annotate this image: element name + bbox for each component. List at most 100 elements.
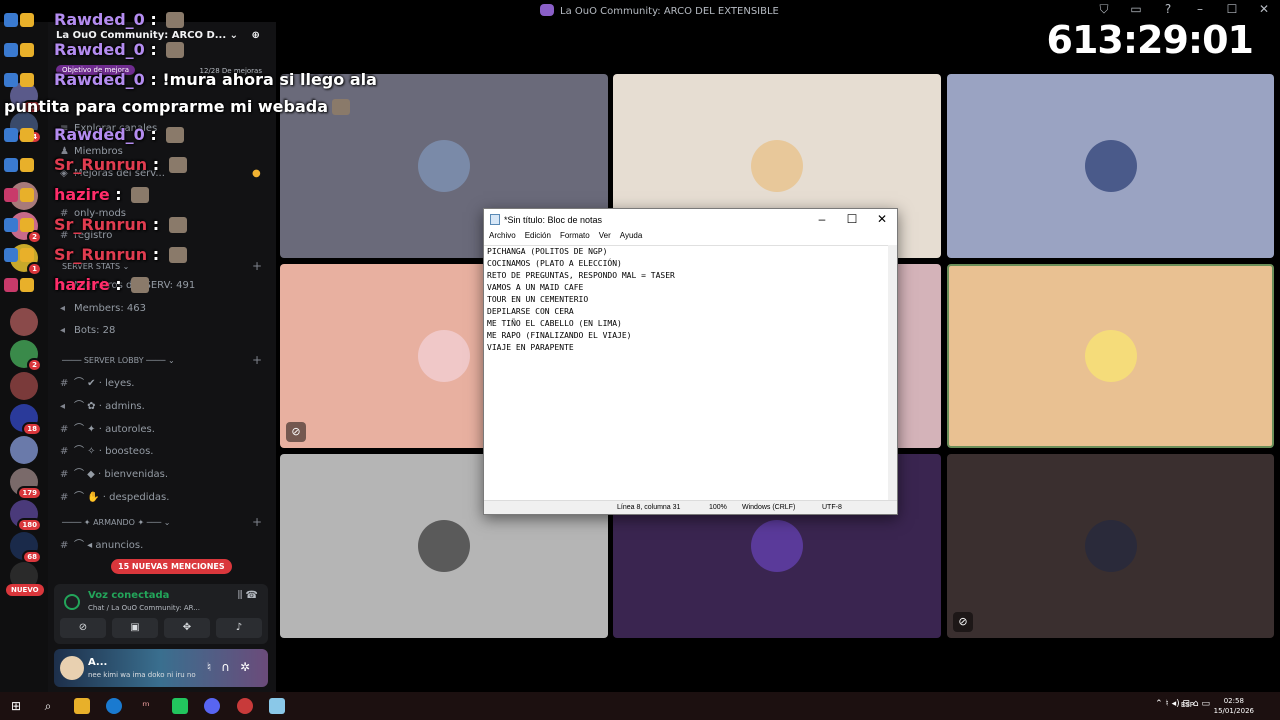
headphones-icon[interactable]: ∩ xyxy=(221,660,240,674)
soundboard-button[interactable]: ♪ xyxy=(216,618,262,638)
vertical-scrollbar[interactable] xyxy=(888,245,897,502)
chat-separator: : xyxy=(144,125,163,144)
add-member-icon[interactable]: ⊕ xyxy=(252,30,260,41)
noise-suppression-icon[interactable]: ⫼ xyxy=(238,590,243,601)
badge-icon xyxy=(20,73,34,87)
menu-edicion[interactable]: Edición xyxy=(525,231,551,240)
video-tile-speaking[interactable] xyxy=(947,264,1274,448)
text-line: DEPILARSE CON CERA xyxy=(487,307,574,316)
edge-browser-icon[interactable] xyxy=(106,698,122,714)
notepad-icon xyxy=(490,214,500,225)
notepad-menubar: Archivo Edición Formato Ver Ayuda xyxy=(484,231,897,245)
minimize-button[interactable]: – xyxy=(807,209,837,231)
badge-icon xyxy=(20,128,34,142)
video-tile[interactable] xyxy=(947,74,1274,258)
badge-icon xyxy=(4,218,18,232)
server-icon[interactable] xyxy=(10,372,38,400)
badge-icon xyxy=(20,278,34,292)
chat-message: Rawded_0 : xyxy=(4,10,185,29)
windows-start-icon[interactable]: ⊞ xyxy=(8,698,24,714)
chat-separator: : xyxy=(109,275,128,294)
video-tile[interactable]: ⊘ xyxy=(947,454,1274,638)
channel-bienvenidas[interactable]: # ⌒ ◆ · bienvenidas. xyxy=(60,465,168,480)
obs-icon[interactable] xyxy=(237,698,253,714)
channel-leyes[interactable]: # ⌒ ✔ · leyes. xyxy=(60,374,134,389)
chat-separator: : xyxy=(147,245,165,264)
channel-admins[interactable]: ◂ ⌒ ✿ · admins. xyxy=(60,397,145,412)
user-status: nee kimi wa ima doko ni iru no xyxy=(88,671,196,679)
avatar[interactable] xyxy=(60,656,84,680)
maximize-button[interactable]: ☐ xyxy=(837,209,867,231)
discord-server-icon xyxy=(540,4,554,16)
voice-channel-name[interactable]: Chat / La OuO Community: AR... xyxy=(88,604,200,612)
voice-status[interactable]: Voz conectada xyxy=(88,590,169,601)
server-icon[interactable]: 179 xyxy=(10,468,42,500)
signal-icon[interactable] xyxy=(64,594,80,610)
clock[interactable]: 02:58 15/01/2026 xyxy=(1214,696,1254,716)
server-icon[interactable] xyxy=(10,436,38,464)
channel-boosteos[interactable]: # ⌒ ✧ · boosteos. xyxy=(60,442,153,457)
kick-icon[interactable] xyxy=(172,698,188,714)
category-armando[interactable]: ──── ✦ ARMANDO ✦ ─── ⌄ xyxy=(62,518,170,527)
emote-icon xyxy=(168,247,187,263)
chat-separator: : xyxy=(109,185,128,204)
microphone-icon[interactable]: ♮ xyxy=(207,660,221,674)
badge-icon xyxy=(20,188,34,202)
add-channel-icon[interactable]: + xyxy=(252,515,262,529)
inbox-icon[interactable]: ▭ xyxy=(1120,2,1152,17)
text-line: VIAJE EN PARAPENTE xyxy=(487,343,574,352)
app-icon[interactable]: ᵐ xyxy=(138,698,154,714)
menu-ver[interactable]: Ver xyxy=(599,231,611,240)
server-list[interactable]: 12 124 2 1 2 18 179 180 68 NUEVO xyxy=(0,22,48,692)
file-explorer-icon[interactable] xyxy=(74,698,90,714)
activities-button[interactable]: ✥ xyxy=(164,618,210,638)
menu-archivo[interactable]: Archivo xyxy=(489,231,516,240)
text-channel-icon: # xyxy=(60,540,69,551)
server-icon[interactable] xyxy=(10,308,38,336)
notepad-text-area[interactable]: PICHANGA (POLITOS DE NGP) COCINAMOS (PLAT… xyxy=(484,245,890,502)
new-pill[interactable]: NUEVO xyxy=(6,584,44,596)
menu-ayuda[interactable]: Ayuda xyxy=(620,231,643,240)
discord-icon[interactable] xyxy=(204,698,220,714)
add-channel-icon[interactable]: + xyxy=(252,353,262,367)
chat-separator: : xyxy=(147,215,165,234)
pin-icon[interactable]: ⛉ xyxy=(1088,2,1120,17)
server-icon[interactable]: 2 xyxy=(10,340,42,372)
screen-share-button[interactable]: ▣ xyxy=(112,618,158,638)
search-icon[interactable]: ⌕ xyxy=(40,698,56,714)
avatar xyxy=(1084,330,1137,382)
notepad-titlebar[interactable]: *Sin título: Bloc de notas – ☐ ✕ xyxy=(484,209,897,231)
notepad-taskbar-icon[interactable] xyxy=(269,698,285,714)
chat-badges xyxy=(4,125,54,144)
category-server-lobby[interactable]: ──── SERVER LOBBY ──── ⌄ xyxy=(62,356,175,365)
maximize-button[interactable]: ☐ xyxy=(1216,2,1248,17)
close-button[interactable]: ✕ xyxy=(1248,2,1280,17)
notepad-window-controls: – ☐ ✕ xyxy=(807,209,897,231)
input-language[interactable]: ESP xyxy=(1181,701,1194,709)
close-button[interactable]: ✕ xyxy=(867,209,897,231)
badge-icon xyxy=(20,158,34,172)
camera-off-button[interactable]: ⊘ xyxy=(60,618,106,638)
chat-message: Sr_Runrun : xyxy=(4,155,187,174)
help-icon[interactable]: ? xyxy=(1152,2,1184,17)
stat-members[interactable]: ◂ Members: 463 xyxy=(60,303,146,314)
emote-icon xyxy=(166,127,185,143)
channel-despedidas[interactable]: # ⌒ ✋ · despedidas. xyxy=(60,488,169,503)
gear-icon[interactable]: ✲ xyxy=(240,660,260,674)
menu-formato[interactable]: Formato xyxy=(560,231,590,240)
stat-bots[interactable]: ◂ Bots: 28 xyxy=(60,325,115,336)
user-name[interactable]: A... xyxy=(88,657,107,668)
new-mentions-pill[interactable]: 15 NUEVAS MENCIONES xyxy=(111,559,232,574)
server-icon[interactable]: 18 xyxy=(10,404,42,436)
text-channel-icon: # xyxy=(60,492,69,503)
server-icon[interactable]: 180 xyxy=(10,500,42,532)
server-icon[interactable]: 68 xyxy=(10,532,42,564)
channel-anuncios[interactable]: # ⌒ ◂ anuncios. xyxy=(60,536,143,551)
add-channel-icon[interactable]: + xyxy=(252,259,262,273)
notepad-window[interactable]: *Sin título: Bloc de notas – ☐ ✕ Archivo… xyxy=(483,208,898,515)
chat-separator: : xyxy=(144,70,163,89)
minimize-button[interactable]: – xyxy=(1184,2,1216,17)
disconnect-icon[interactable]: ☎ xyxy=(246,590,258,601)
channel-autoroles[interactable]: # ⌒ ✦ · autoroles. xyxy=(60,420,155,435)
alert-icon: ● xyxy=(252,168,261,179)
